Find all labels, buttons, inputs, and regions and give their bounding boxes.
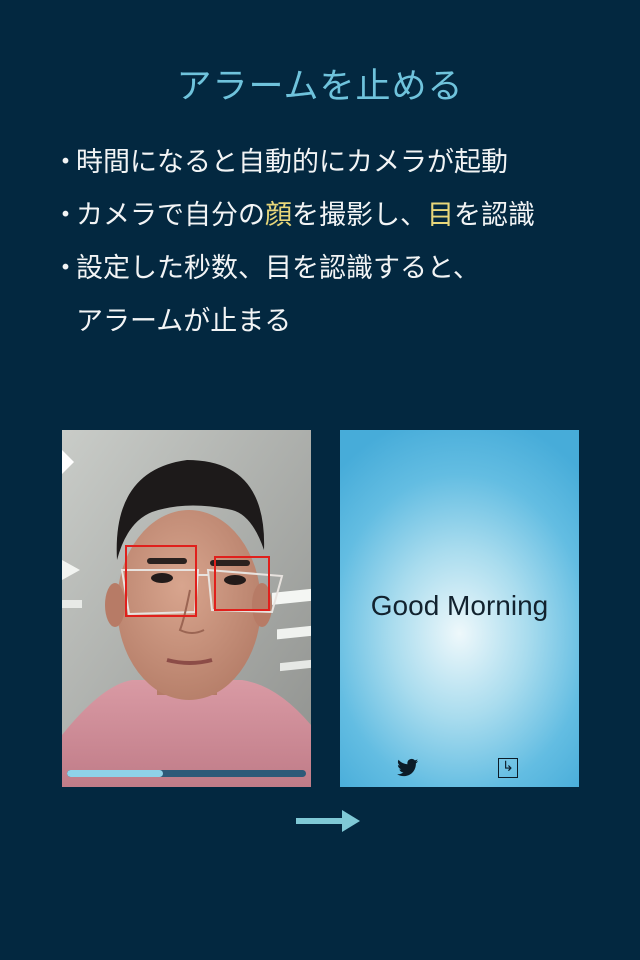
bullet-text: 時間になると自動的にカメラが起動	[76, 147, 508, 178]
eye-detection-box-right	[214, 556, 270, 611]
bullet-text: を認識	[454, 200, 535, 231]
bullet-marker: ・	[52, 200, 79, 231]
recognition-progress-bar	[67, 770, 306, 777]
bullet-marker: ・	[52, 253, 79, 284]
twitter-icon[interactable]	[397, 758, 419, 778]
slide-title: アラームを止める	[176, 67, 464, 107]
bullet-text: 設定した秒数、目を認識すると、	[76, 253, 480, 284]
bullet-2: ・カメラで自分の顔を撮影し、目を認識	[52, 193, 632, 246]
arrow-right-icon	[296, 810, 360, 832]
bullet-3: ・設定した秒数、目を認識すると、	[52, 246, 632, 299]
camera-preview	[62, 430, 311, 787]
exit-icon[interactable]: ↳	[498, 758, 518, 778]
bullet-list: ・時間になると自動的にカメラが起動 ・カメラで自分の顔を撮影し、目を認識 ・設定…	[52, 140, 632, 352]
recognition-progress-fill	[67, 770, 163, 777]
bullet-1: ・時間になると自動的にカメラが起動	[52, 140, 632, 193]
eye-detection-box-left	[125, 545, 197, 617]
bullet-text: カメラで自分の	[76, 200, 265, 231]
bullet-3-continuation: アラームが止まる	[52, 299, 632, 352]
alarm-stopped-screen: Good Morning ↳	[340, 430, 579, 787]
greeting-text: Good Morning	[370, 590, 549, 621]
highlight-eye: 目	[427, 200, 454, 231]
bullet-text: を撮影し、	[292, 200, 427, 231]
bullet-text: アラームが止まる	[76, 306, 292, 337]
highlight-face: 顔	[265, 200, 292, 231]
bullet-marker: ・	[52, 147, 79, 178]
